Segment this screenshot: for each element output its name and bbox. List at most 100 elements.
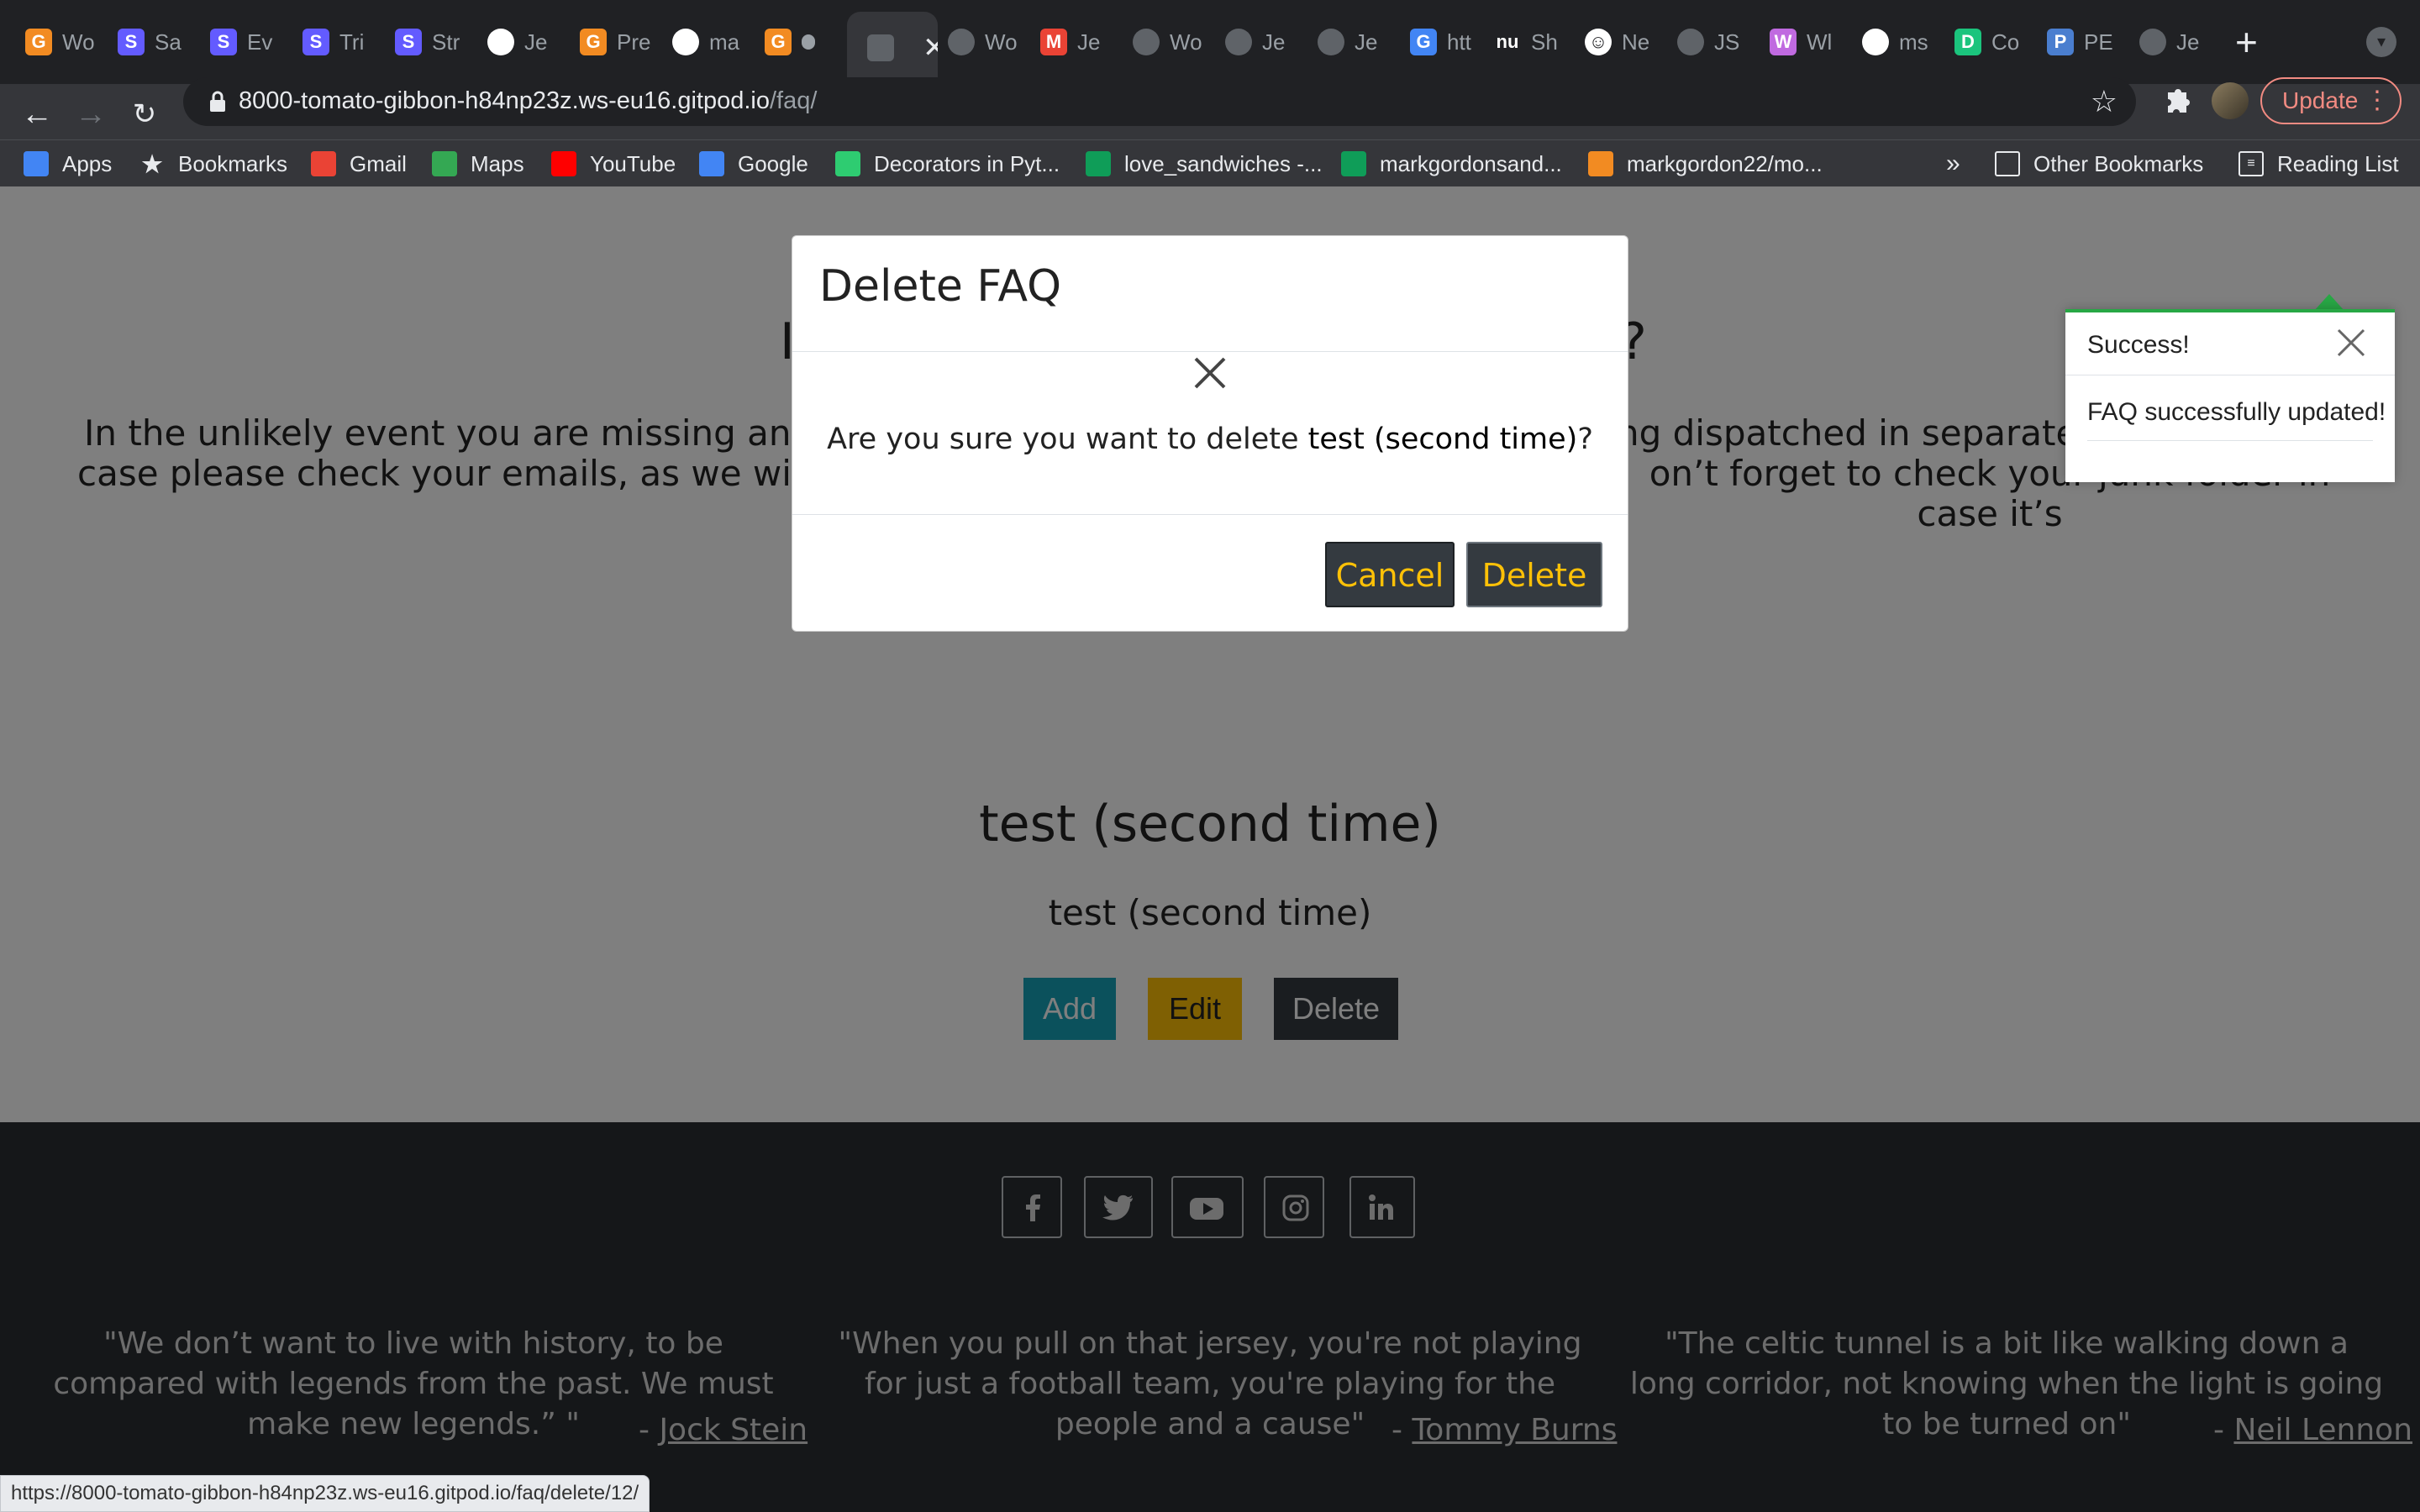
browser-tab[interactable]: Ghtt [1410, 20, 1486, 64]
browser-chrome: G Wo S Sa S Ev S Tri S Str Je G Pre ma G Wo M Je Wo Je Je Ght… [0, 0, 2420, 186]
maps-icon [432, 151, 457, 176]
update-label: Update [2282, 87, 2359, 113]
browser-tab[interactable]: W Wl [1770, 20, 1854, 64]
bookmark-item[interactable]: YouTube [551, 147, 676, 181]
forward-button[interactable]: → [72, 96, 109, 133]
browser-tab[interactable]: Je [1318, 20, 1402, 64]
back-button[interactable]: ← [18, 96, 55, 133]
favicon-w-icon: W [1770, 29, 1797, 55]
bookmark-item[interactable]: Decorators in Pyt... [835, 147, 1060, 181]
bookmark-label: Decorators in Pyt... [874, 150, 1060, 176]
reload-button[interactable]: ↻ [126, 96, 163, 133]
bookmark-star-icon[interactable]: ☆ [2091, 84, 2118, 119]
browser-tab[interactable]: Wo [1133, 20, 1217, 64]
toast-divider-bottom [2087, 440, 2373, 441]
browser-tab[interactable]: JS [1677, 20, 1761, 64]
browser-tab[interactable]: Je [487, 20, 571, 64]
bookmark-label: Maps [471, 150, 524, 176]
favicon-d-icon: D [1954, 29, 1981, 55]
bookmark-item[interactable]: Google [699, 147, 808, 181]
bookmark-item[interactable]: Apps [24, 147, 112, 181]
browser-tab[interactable]: ma [672, 20, 756, 64]
tab-label: Wo [985, 29, 1018, 55]
github-icon [1862, 29, 1889, 55]
globe-icon [948, 29, 975, 55]
modal-message: Are you sure you want to delete test (se… [792, 423, 1628, 456]
status-bar-url: https://8000-tomato-gibbon-h84np23z.ws-e… [0, 1475, 650, 1512]
browser-tab[interactable]: S Str [395, 20, 479, 64]
extensions-puzzle-icon[interactable] [2156, 81, 2196, 121]
github-icon [487, 29, 514, 55]
tab-search-button[interactable]: ▾ [2366, 27, 2396, 57]
browser-tab[interactable]: G Pre [580, 20, 664, 64]
other-bookmarks[interactable]: Other Bookmarks [1995, 147, 2203, 181]
url-path: /faq/ [770, 87, 818, 114]
browser-tab[interactable]: S Tri [302, 20, 387, 64]
github-icon [672, 29, 699, 55]
gmail-icon [311, 151, 336, 176]
youtube-icon [551, 151, 576, 176]
tab-label: ms [1899, 29, 1928, 55]
bookmark-item[interactable]: ★ Bookmarks [139, 147, 287, 181]
confirm-delete-button[interactable]: Delete [1466, 542, 1602, 607]
success-toast: Success! FAQ successfully updated! [2065, 309, 2395, 482]
modal-close-icon[interactable] [1192, 234, 1231, 273]
bookmark-item[interactable]: markgordon22/mo... [1588, 147, 1823, 181]
reading-list[interactable]: ≡ Reading List [2238, 147, 2399, 181]
bookmark-item[interactable]: Gmail [311, 147, 407, 181]
tab-label: Je [524, 29, 548, 55]
browser-tab[interactable]: Je [1225, 20, 1309, 64]
bookmark-label: Bookmarks [178, 150, 288, 176]
tab-label: Ev [247, 29, 273, 55]
tab-label: PE [2084, 29, 2113, 55]
update-button[interactable]: Update ⋮ [2260, 77, 2402, 124]
url-host: 8000-tomato-gibbon-h84np23z.ws-eu16.gitp… [239, 87, 770, 114]
favicon-g-icon: G [25, 29, 52, 55]
new-tab-button[interactable]: + [2235, 20, 2258, 64]
tab-label: ma [709, 29, 740, 55]
menu-dots-icon[interactable]: ⋮ [2365, 79, 2390, 123]
tab-label: Str [432, 29, 460, 55]
cancel-button[interactable]: Cancel [1325, 542, 1455, 607]
address-bar[interactable]: 8000-tomato-gibbon-h84np23z.ws-eu16.gitp… [183, 77, 2136, 126]
browser-tab[interactable]: Je [2139, 20, 2223, 64]
reading-list-icon: ≡ [2238, 151, 2264, 176]
bookmark-item[interactable]: love_sandwiches -... [1086, 147, 1323, 181]
bookmark-item[interactable]: Maps [432, 147, 524, 181]
modal-message-item: test (second time) [1307, 423, 1578, 456]
bookmark-item[interactable]: markgordonsand... [1341, 147, 1562, 181]
favicon-g-icon: G [580, 29, 607, 55]
browser-tab[interactable]: P PE [2047, 20, 2131, 64]
browser-tab[interactable]: S Sa [118, 20, 202, 64]
tab-active[interactable]: ✕ [847, 12, 938, 84]
tab-unsaved-dot-icon [802, 34, 815, 50]
globe-icon [2139, 29, 2166, 55]
tab-strip: G Wo S Sa S Ev S Tri S Str Je G Pre ma G Wo M Je Wo Je Je Ght… [0, 0, 2420, 84]
modal-title: Delete FAQ [819, 261, 1062, 312]
toast-arrow [2314, 294, 2344, 311]
browser-tab[interactable]: D Co [1954, 20, 2039, 64]
toast-close-icon[interactable] [2334, 326, 2368, 360]
globe-icon [1318, 29, 1344, 55]
tab-label: Wo [62, 29, 95, 55]
browser-tab[interactable]: ☺ Ne [1585, 20, 1669, 64]
profile-avatar[interactable] [2212, 82, 2249, 119]
bookmarks-overflow-button[interactable]: » [1946, 147, 1960, 181]
favicon-s-icon: S [210, 29, 237, 55]
browser-tab[interactable]: G [765, 20, 815, 64]
modal-message-prefix: Are you sure you want to delete [827, 423, 1308, 456]
tab-close-icon[interactable]: ✕ [923, 31, 938, 65]
bookmarks-bar: Apps ★ Bookmarks Gmail Maps YouTube Google Deco… [0, 139, 2420, 186]
tab-label: Wl [1807, 29, 1833, 55]
favicon-p-icon: P [2047, 29, 2074, 55]
google-icon [699, 151, 724, 176]
favicon-s-icon: S [302, 29, 329, 55]
browser-tab[interactable]: M Je [1040, 20, 1124, 64]
browser-tab[interactable]: Wo [948, 20, 1032, 64]
tab-label: Pre [617, 29, 651, 55]
browser-tab[interactable]: ms [1862, 20, 1946, 64]
close-icon[interactable] [1191, 354, 1229, 392]
browser-tab[interactable]: S Ev [210, 20, 294, 64]
browser-tab[interactable]: nu Sh [1494, 20, 1578, 64]
browser-tab[interactable]: G Wo [25, 20, 109, 64]
